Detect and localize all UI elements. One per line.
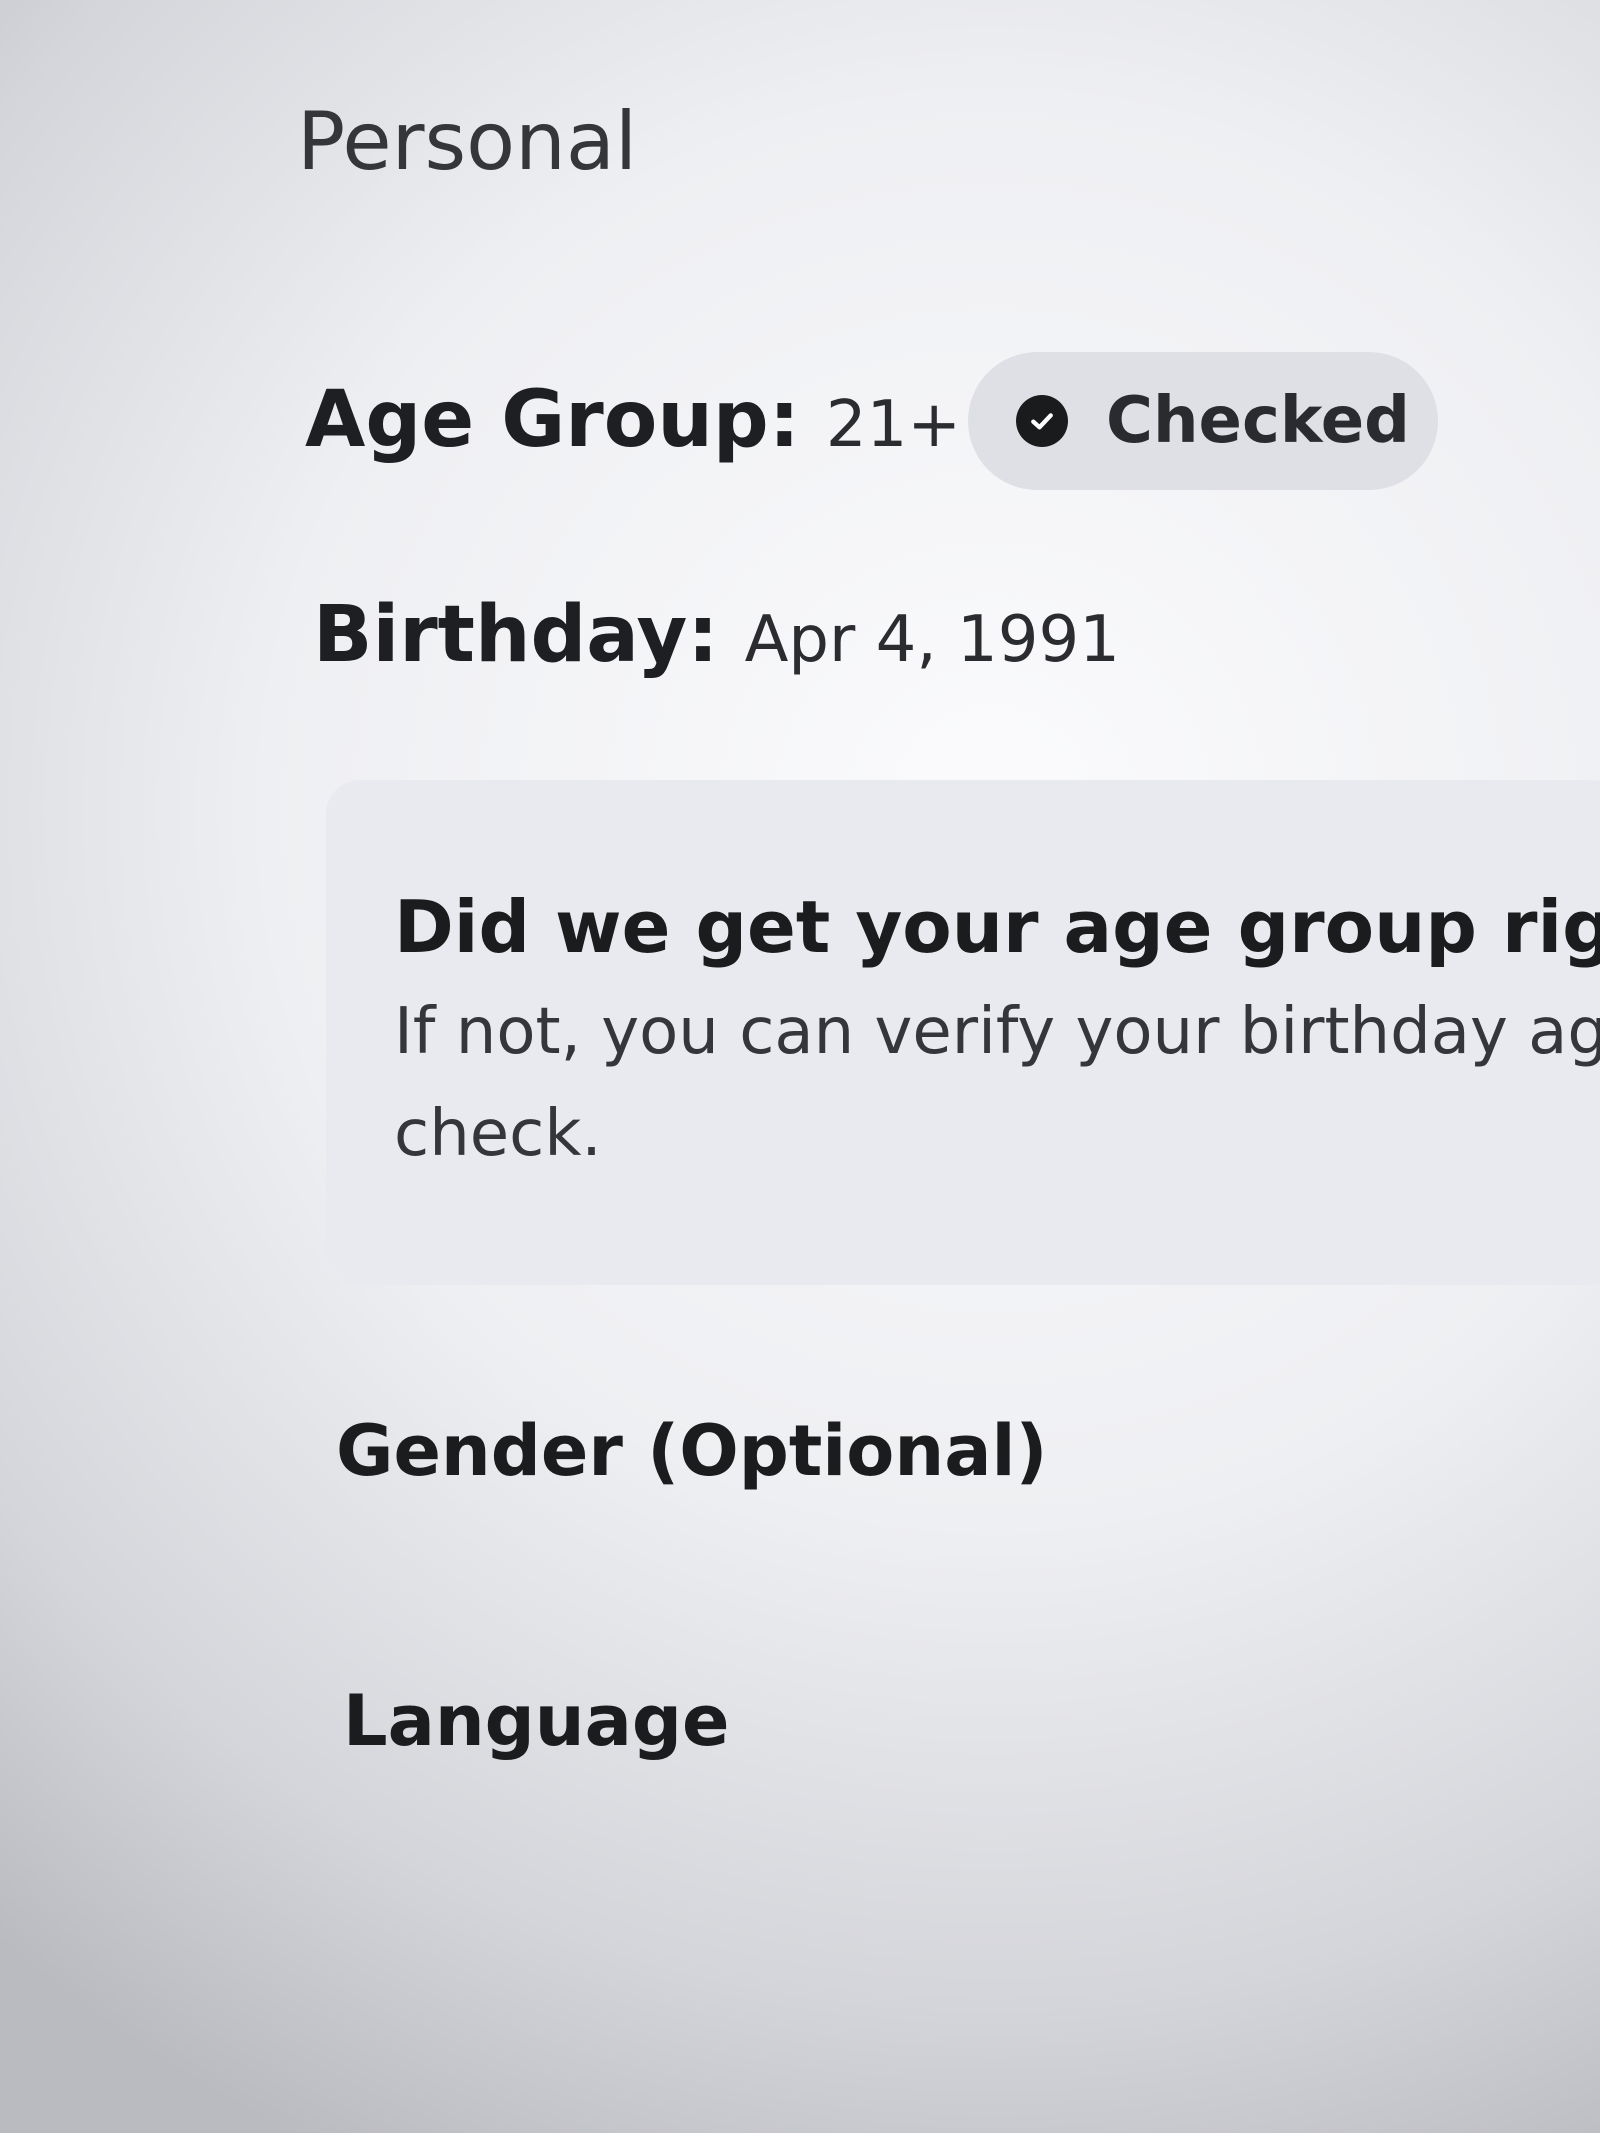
notice-title: Did we get your age group rig (394, 885, 1600, 969)
age-check-status-label: Checked (1106, 384, 1410, 458)
personal-settings-page: Personal Age Group: 21+ Checked Birthday… (0, 0, 1600, 2133)
age-check-status-badge: Checked (968, 352, 1438, 490)
birthday-label: Birthday: (313, 590, 719, 680)
gender-heading: Gender (Optional) (336, 1410, 1048, 1492)
age-group-label: Age Group: (305, 375, 800, 465)
check-circle-icon (1016, 395, 1068, 447)
birthday-row: Birthday: Apr 4, 1991 (313, 590, 1120, 680)
language-heading: Language (343, 1680, 730, 1762)
age-group-row: Age Group: 21+ (305, 375, 961, 465)
age-verification-notice: Did we get your age group rig If not, yo… (326, 780, 1600, 1285)
birthday-value: Apr 4, 1991 (744, 603, 1120, 677)
section-title: Personal (297, 95, 638, 188)
notice-body: If not, you can verify your birthday age… (394, 995, 1600, 1171)
age-group-value: 21+ (825, 388, 961, 462)
